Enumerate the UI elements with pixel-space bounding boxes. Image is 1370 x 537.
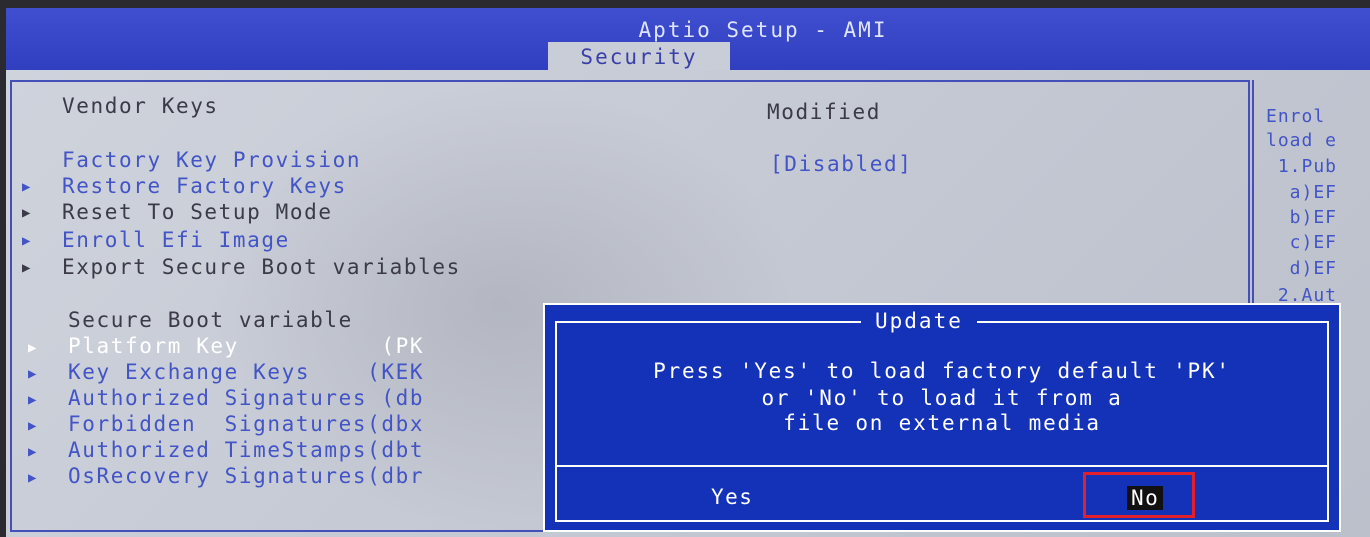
menu-item-export-secure-boot-variables[interactable]: Export Secure Boot variables bbox=[62, 255, 461, 279]
help-text-line: a)EF bbox=[1266, 182, 1338, 203]
update-dialog: Update Press 'Yes' to load factory defau… bbox=[543, 303, 1341, 532]
help-text-line: b)EF bbox=[1266, 207, 1338, 228]
dialog-message-line: or 'No' to load it from a bbox=[761, 386, 1123, 410]
submenu-arrow-icon: ▶ bbox=[28, 366, 37, 382]
secure-boot-item-authorized-timestamps[interactable]: Authorized TimeStamps(dbt bbox=[68, 438, 424, 462]
help-text-line: Enrol bbox=[1266, 106, 1326, 127]
vendor-keys-value: Modified bbox=[767, 100, 881, 124]
help-text-line: load e bbox=[1266, 130, 1338, 151]
help-text-line: d)EF bbox=[1266, 258, 1338, 279]
secure-boot-item-forbidden-signatures[interactable]: Forbidden Signatures(dbx bbox=[68, 412, 424, 436]
submenu-arrow-icon: ▶ bbox=[28, 392, 37, 408]
menu-item-reset-to-setup-mode[interactable]: Reset To Setup Mode bbox=[62, 200, 333, 224]
menu-item-enroll-efi-image[interactable]: Enroll Efi Image bbox=[62, 228, 290, 252]
tab-security[interactable]: Security bbox=[548, 42, 730, 70]
dialog-message-line: Press 'Yes' to load factory default 'PK' bbox=[653, 359, 1231, 383]
vendor-keys-label: Vendor Keys bbox=[62, 94, 219, 118]
submenu-arrow-icon: ▶ bbox=[22, 179, 31, 195]
app-title: Aptio Setup - AMI bbox=[638, 18, 888, 42]
factory-key-provision-label[interactable]: Factory Key Provision bbox=[62, 148, 361, 172]
submenu-arrow-icon: ▶ bbox=[22, 233, 31, 249]
selection-highlight bbox=[1083, 472, 1195, 518]
yes-button[interactable]: Yes bbox=[711, 485, 753, 509]
submenu-arrow-icon: ▶ bbox=[22, 260, 31, 276]
menu-item-restore-factory-keys[interactable]: Restore Factory Keys bbox=[62, 174, 347, 198]
factory-key-provision-value[interactable]: [Disabled] bbox=[770, 152, 912, 176]
submenu-arrow-icon: ▶ bbox=[28, 444, 37, 460]
dialog-divider bbox=[555, 465, 1329, 467]
secure-boot-variable-label: Secure Boot variable bbox=[68, 308, 353, 332]
submenu-arrow-icon: ▶ bbox=[28, 340, 37, 356]
secure-boot-item-authorized-signatures[interactable]: Authorized Signatures (db bbox=[68, 386, 424, 410]
dialog-title: Update bbox=[861, 309, 977, 333]
help-text-line: c)EF bbox=[1266, 232, 1338, 253]
secure-boot-item-platform-key[interactable]: Platform Key (PK bbox=[68, 334, 424, 358]
help-text-line: 1.Pub bbox=[1266, 156, 1338, 177]
secure-boot-item-key-exchange-keys[interactable]: Key Exchange Keys (KEK bbox=[68, 360, 424, 384]
dialog-message-line: file on external media bbox=[783, 411, 1101, 435]
secure-boot-item-osrecovery-signatures[interactable]: OsRecovery Signatures(dbr bbox=[68, 464, 424, 488]
submenu-arrow-icon: ▶ bbox=[22, 205, 31, 221]
submenu-arrow-icon: ▶ bbox=[28, 470, 37, 486]
bios-screen: Aptio Setup - AMI Security Vendor Keys M… bbox=[0, 0, 1370, 537]
submenu-arrow-icon: ▶ bbox=[28, 418, 37, 434]
